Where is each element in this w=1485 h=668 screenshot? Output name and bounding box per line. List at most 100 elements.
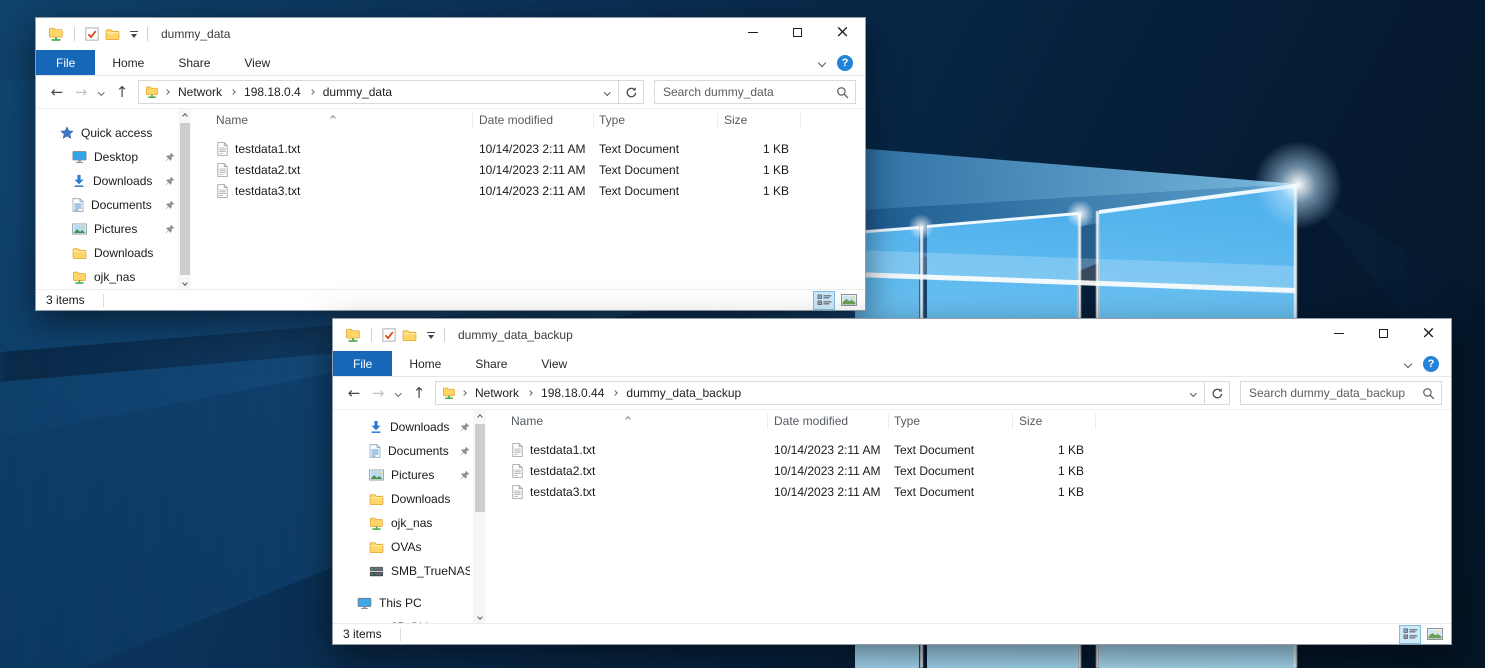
sidebar-item-desktop[interactable]: Desktop [36,145,178,169]
pin-icon [460,470,470,480]
back-button[interactable]: ← [342,384,366,402]
help-icon[interactable]: ? [1423,356,1439,372]
minimize-button[interactable] [1316,319,1361,348]
tab-home[interactable]: Home [392,351,458,376]
tab-share[interactable]: Share [161,50,227,75]
address-dropdown-chevron[interactable] [1182,382,1204,404]
sidebar-item-downloads-pinned[interactable]: Downloads [36,169,178,193]
tab-share[interactable]: Share [458,351,524,376]
details-view-button[interactable] [813,291,835,310]
tab-view[interactable]: View [524,351,584,376]
server-icon [369,565,384,578]
sidebar-item-ovas[interactable]: OVAs [333,535,473,559]
sidebar-item-3d-objects[interactable]: 3D Objects [333,615,473,623]
breadcrumb-folder[interactable]: dummy_data_backup [626,386,741,400]
file-row[interactable]: testdata3.txt 10/14/2023 2:11 AM Text Do… [191,180,865,201]
window-title: dummy_data [161,27,230,41]
sidebar-item-smb-truenas[interactable]: SMB_TrueNAS (\ [333,559,473,583]
up-button[interactable]: ↑ [110,83,134,101]
large-icons-view-button[interactable] [1424,625,1446,644]
tab-file[interactable]: File [333,351,392,376]
up-button[interactable]: ↑ [407,384,431,402]
column-header-date-modified[interactable]: Date modified [473,113,594,128]
expand-ribbon-chevron[interactable] [1397,351,1419,376]
breadcrumb-folder[interactable]: dummy_data [323,85,392,99]
column-header-type[interactable]: Type [889,414,1013,429]
sidebar-item-pictures[interactable]: Pictures [333,463,473,487]
recent-locations-chevron[interactable] [390,391,407,396]
forward-button[interactable]: → [366,384,390,402]
breadcrumb-network[interactable]: Network [178,85,222,99]
help-icon[interactable]: ? [837,55,853,71]
sidebar-scrollbar[interactable] [178,109,191,289]
sidebar-item-downloads-folder[interactable]: Downloads [333,487,473,511]
qat-customize-dropdown[interactable] [425,330,437,341]
close-button[interactable]: × [1406,319,1451,348]
recent-locations-chevron[interactable] [93,90,110,95]
window-network-folder-icon [342,327,364,343]
qat-properties-button[interactable] [379,328,399,342]
column-header-size[interactable]: Size [1013,414,1096,429]
scrollbar-thumb[interactable] [180,123,190,275]
scrollbar-down-arrow[interactable] [473,610,486,623]
breadcrumb-network[interactable]: Network [475,386,519,400]
breadcrumb-host[interactable]: 198.18.0.4 [244,85,301,99]
file-row[interactable]: testdata1.txt 10/14/2023 2:11 AM Text Do… [191,138,865,159]
sidebar-item-this-pc[interactable]: This PC [333,591,473,615]
sidebar-item-documents[interactable]: Documents [36,193,178,217]
sidebar-item-label: Downloads [390,420,449,434]
search-icon[interactable] [836,86,849,99]
file-row[interactable]: testdata1.txt 10/14/2023 2:11 AM Text Do… [486,439,1451,460]
column-header-size[interactable]: Size [718,113,801,128]
sidebar-item-ojk-nas[interactable]: ojk_nas [36,265,178,289]
search-input[interactable] [663,85,836,99]
large-icons-view-button[interactable] [838,291,860,310]
file-row[interactable]: testdata2.txt 10/14/2023 2:11 AM Text Do… [486,460,1451,481]
qat-properties-button[interactable] [82,27,102,41]
sidebar-item-quick-access[interactable]: Quick access [36,121,178,145]
back-button[interactable]: ← [45,83,69,101]
scrollbar-down-arrow[interactable] [178,276,191,289]
sidebar-item-documents[interactable]: Documents [333,439,473,463]
column-header-type[interactable]: Type [594,113,718,128]
forward-button[interactable]: → [69,83,93,101]
tab-file[interactable]: File [36,50,95,75]
sidebar-item-label: Pictures [94,222,137,236]
wallpaper-glow-point [1066,200,1094,228]
column-header-date-modified[interactable]: Date modified [768,414,889,429]
maximize-button[interactable] [1361,319,1406,348]
tab-view[interactable]: View [227,50,287,75]
file-row[interactable]: testdata2.txt 10/14/2023 2:11 AM Text Do… [191,159,865,180]
address-bar[interactable]: Network 198.18.0.4 dummy_data [138,80,644,104]
scrollbar-up-arrow[interactable] [473,410,486,423]
address-dropdown-chevron[interactable] [596,81,618,103]
maximize-button[interactable] [775,18,820,47]
sidebar-item-downloads-pinned[interactable]: Downloads [333,415,473,439]
close-button[interactable]: × [820,18,865,47]
search-box[interactable] [654,80,856,104]
qat-new-folder-button[interactable] [399,329,420,342]
expand-ribbon-chevron[interactable] [811,50,833,75]
sidebar-scrollbar[interactable] [473,410,486,623]
title-bar[interactable]: dummy_data × [36,18,865,50]
search-icon[interactable] [1422,387,1435,400]
qat-new-folder-button[interactable] [102,28,123,41]
tab-home[interactable]: Home [95,50,161,75]
refresh-button[interactable] [1204,382,1229,404]
search-box[interactable] [1240,381,1442,405]
refresh-button[interactable] [618,81,643,103]
scrollbar-thumb[interactable] [475,424,485,512]
sidebar-item-pictures[interactable]: Pictures [36,217,178,241]
scrollbar-up-arrow[interactable] [178,109,191,122]
breadcrumb-host[interactable]: 198.18.0.44 [541,386,604,400]
sidebar-item-downloads-folder[interactable]: Downloads [36,241,178,265]
qat-customize-dropdown[interactable] [128,29,140,40]
address-bar[interactable]: Network 198.18.0.44 dummy_data_backup [435,381,1230,405]
title-bar[interactable]: dummy_data_backup × [333,319,1451,351]
explorer-window-dummy-data-backup: dummy_data_backup × File Home Share View… [332,318,1452,645]
details-view-button[interactable] [1399,625,1421,644]
file-row[interactable]: testdata3.txt 10/14/2023 2:11 AM Text Do… [486,481,1451,502]
minimize-button[interactable] [730,18,775,47]
sidebar-item-ojk-nas[interactable]: ojk_nas [333,511,473,535]
search-input[interactable] [1249,386,1422,400]
